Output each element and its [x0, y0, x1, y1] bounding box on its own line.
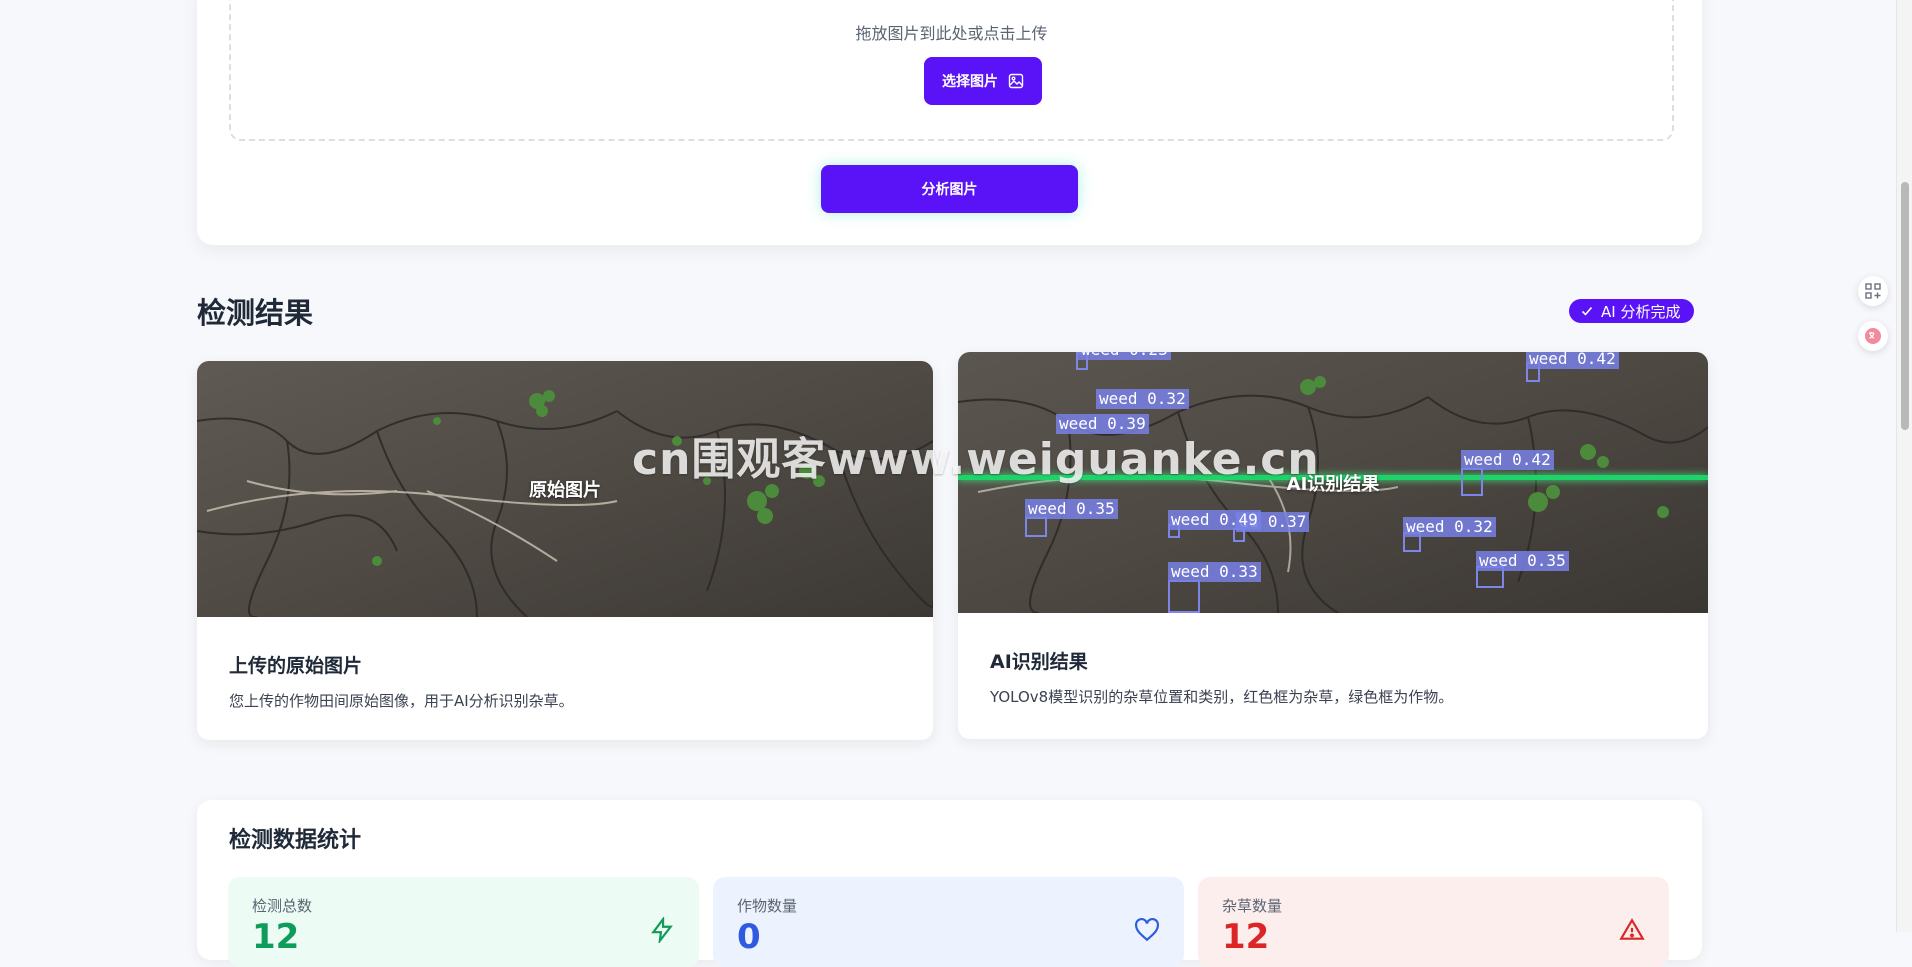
vertical-scrollbar[interactable]	[1896, 0, 1912, 932]
bolt-icon	[651, 917, 673, 943]
stats-card: 检测数据统计 检测总数 12 作物数量 0 杂草数量 12	[197, 800, 1702, 967]
detection-box	[1168, 580, 1200, 613]
detection-label: weed 0.32	[1403, 517, 1496, 537]
choose-image-label: 选择图片	[942, 74, 998, 90]
apps-tool-button[interactable]	[1858, 276, 1888, 306]
ai-card-title: AI识别结果	[990, 651, 1088, 673]
original-image: 原始图片	[197, 361, 933, 617]
status-badge-label: AI 分析完成	[1601, 302, 1681, 321]
detection-label: weed 0.35	[1025, 499, 1118, 519]
warning-icon	[1619, 918, 1645, 940]
stat-total-label: 检测总数	[252, 897, 313, 915]
choose-image-button[interactable]: 选择图片	[924, 57, 1042, 105]
translate-icon	[1865, 328, 1881, 344]
original-card-title: 上传的原始图片	[229, 655, 363, 677]
results-title: 检测结果	[197, 296, 314, 330]
stat-weed-value: 12	[1222, 917, 1270, 957]
upload-dropzone[interactable]: 拖放图片到此处或点击上传 选择图片	[229, 0, 1674, 141]
stat-weed: 杂草数量 12	[1198, 877, 1669, 967]
analyze-image-button[interactable]: 分析图片	[821, 165, 1078, 213]
detection-label: weed 0.42	[1526, 352, 1619, 369]
watermark: cn围观客www.weiguanke.cn	[632, 434, 1320, 485]
detection-box	[1025, 517, 1047, 537]
detection-label: weed 0.35	[1476, 551, 1569, 571]
stat-weed-label: 杂草数量	[1222, 897, 1283, 915]
stats-title: 检测数据统计	[229, 828, 362, 853]
scrollbar-thumb[interactable]	[1901, 182, 1909, 430]
stat-crop-label: 作物数量	[737, 897, 798, 915]
drop-hint: 拖放图片到此处或点击上传	[855, 24, 1048, 43]
original-card-desc: 您上传的作物田间原始图像，用于AI分析识别杂草。	[229, 692, 574, 710]
page: 拖放图片到此处或点击上传 选择图片 分析图片 检测结果 AI 分析完成 原始图片…	[0, 0, 1896, 967]
detection-label: weed 0.42	[1461, 450, 1554, 470]
translate-tool-button[interactable]	[1858, 321, 1888, 351]
original-image-card: 原始图片 上传的原始图片 您上传的作物田间原始图像，用于AI分析识别杂草。	[197, 361, 933, 740]
heart-icon	[1135, 917, 1159, 942]
apps-grid-icon	[1865, 283, 1881, 299]
ai-result-card: weed 0.23 weed 0.42 weed 0.32 weed 0.39 …	[958, 352, 1708, 739]
detection-box	[1233, 528, 1245, 542]
stat-total: 检测总数 12	[228, 877, 699, 967]
stat-crop-value: 0	[737, 917, 761, 957]
ai-card-desc: YOLOv8模型识别的杂草位置和类别，红色框为杂草，绿色框为作物。	[990, 688, 1454, 706]
stat-crop: 作物数量 0	[713, 877, 1184, 967]
upload-card: 拖放图片到此处或点击上传 选择图片 分析图片	[197, 0, 1702, 245]
detection-label: weed 0.33	[1168, 562, 1261, 582]
detection-label: weed 0.23	[1078, 352, 1171, 360]
detection-label: weed 0.32	[1096, 389, 1189, 409]
status-badge: AI 分析完成	[1569, 299, 1695, 323]
stat-total-value: 12	[252, 917, 300, 957]
check-icon	[1581, 306, 1593, 316]
image-icon	[1008, 73, 1024, 89]
detection-label: weed 0.49	[1168, 510, 1261, 530]
